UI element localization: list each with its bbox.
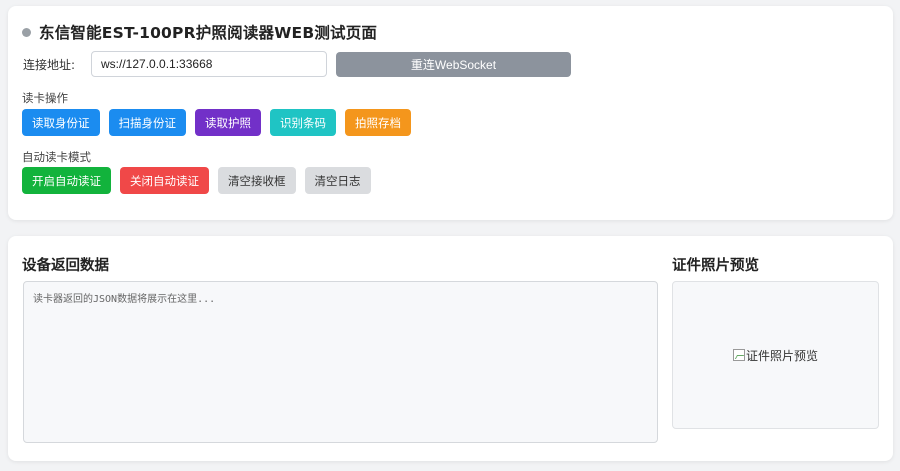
auto-section-label: 自动读卡模式 [22,150,91,164]
reconnect-websocket-button[interactable]: 重连WebSocket [336,52,571,77]
photo-preview-title: 证件照片预览 [672,258,759,274]
read-passport-button[interactable]: 读取护照 [195,109,261,136]
page-title: 东信智能EST-100PR护照阅读器WEB测试页面 [39,24,378,42]
recognize-barcode-button[interactable]: 识别条码 [270,109,336,136]
connection-url-input[interactable] [91,51,327,77]
stop-auto-read-button[interactable]: 关闭自动读证 [120,167,209,194]
output-card: 设备返回数据 证件照片预览 证件照片预览 [8,236,893,461]
scan-id-card-button[interactable]: 扫描身份证 [108,109,186,136]
auto-buttons-row: 开启自动读证 关闭自动读证 清空接收框 清空日志 [22,167,380,194]
control-card: 东信智能EST-100PR护照阅读器WEB测试页面 连接地址: 重连WebSoc… [8,6,893,220]
photo-preview-image: 证件照片预览 [732,347,818,364]
capture-archive-button[interactable]: 拍照存档 [345,109,411,136]
read-section-label: 读卡操作 [22,91,68,105]
read-id-card-button[interactable]: 读取身份证 [22,109,100,136]
photo-preview-box: 证件照片预览 [672,281,879,429]
device-data-title: 设备返回数据 [22,258,109,274]
clear-log-button[interactable]: 清空日志 [304,167,371,194]
clear-receive-box-button[interactable]: 清空接收框 [218,167,296,194]
broken-image-icon [732,349,745,361]
connection-status-dot [22,27,31,37]
json-output-textarea[interactable] [23,281,658,443]
start-auto-read-button[interactable]: 开启自动读证 [22,167,111,194]
header: 东信智能EST-100PR护照阅读器WEB测试页面 [22,21,377,43]
photo-alt-text: 证件照片预览 [745,348,818,363]
connection-label: 连接地址: [23,58,76,72]
read-buttons-row: 读取身份证 扫描身份证 读取护照 识别条码 拍照存档 [22,109,420,136]
